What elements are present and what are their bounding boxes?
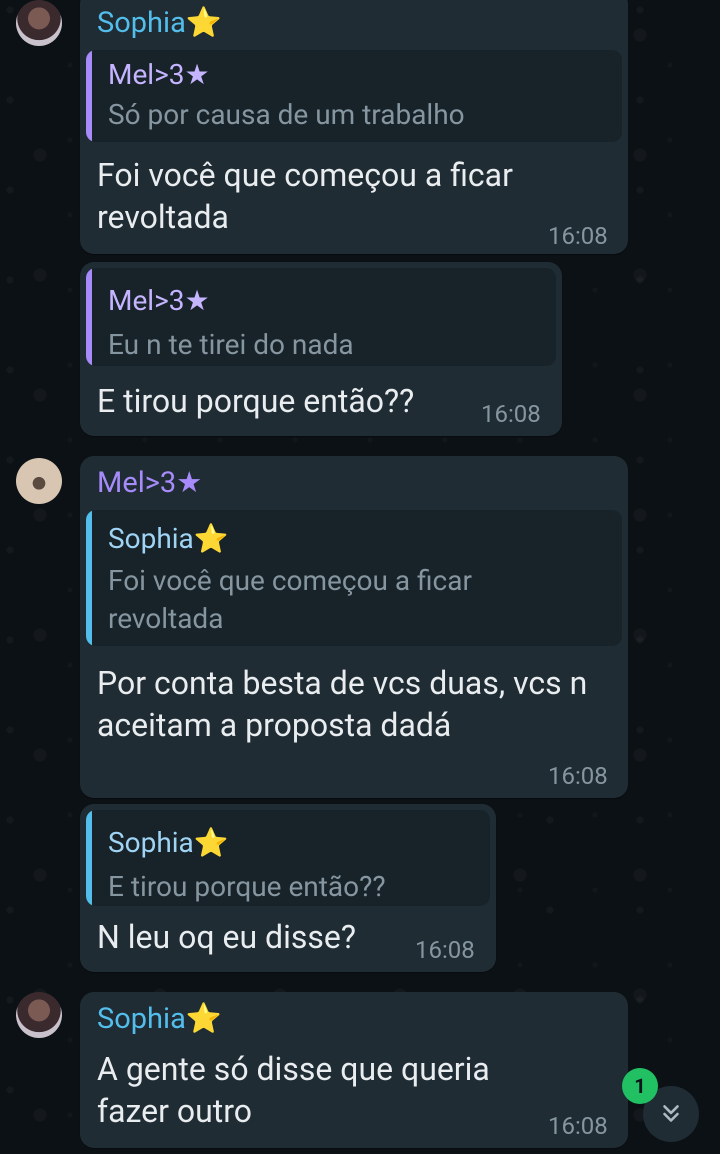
message-text: Por conta besta de vcs duas, vcs n aceit… — [97, 664, 588, 744]
quoted-message[interactable]: Mel>3★ Só por causa de um trabalho — [86, 50, 622, 142]
quote-author: Mel>3★ — [108, 284, 210, 317]
message-text: N leu oq eu disse? — [97, 918, 356, 956]
message-time: 16:08 — [548, 762, 608, 790]
unread-count-badge: 1 — [622, 1068, 658, 1104]
quote-author: Sophia⭐ — [108, 522, 229, 555]
message-time: 16:08 — [548, 1112, 608, 1140]
message-time: 16:08 — [415, 936, 475, 964]
message-bubble[interactable]: Sophia⭐ E tirou porque então?? N leu oq … — [80, 804, 496, 972]
avatar-sophia[interactable] — [16, 0, 62, 46]
quote-bar — [86, 268, 92, 366]
double-chevron-down-icon — [663, 1105, 679, 1122]
quoted-message[interactable]: Mel>3★ Eu n te tirei do nada — [86, 268, 556, 366]
star-emoji: ⭐ — [185, 6, 222, 40]
message-bubble[interactable]: Sophia⭐ A gente só disse que queria faze… — [80, 992, 628, 1148]
quote-text: Só por causa de um trabalho — [108, 98, 465, 131]
quote-text: Foi você que começou a ficar revoltada — [108, 564, 472, 635]
message-bubble[interactable]: Sophia⭐ Mel>3★ Só por causa de um trabal… — [80, 0, 628, 254]
quote-text: E tirou porque então?? — [108, 870, 386, 903]
message-time: 16:08 — [481, 400, 541, 428]
quote-bar — [86, 510, 92, 646]
star-emoji: ⭐ — [185, 1002, 222, 1036]
message-text: A gente só disse que queria fazer outro — [97, 1050, 490, 1130]
message-text: Foi você que começou a ficar revoltada — [97, 156, 513, 236]
avatar-sophia[interactable] — [16, 992, 62, 1038]
sender-name[interactable]: Sophia⭐ — [97, 6, 222, 40]
quoted-message[interactable]: Sophia⭐ E tirou porque então?? — [86, 810, 490, 906]
quote-bar — [86, 50, 92, 142]
quote-bar — [86, 810, 92, 906]
quote-author: Mel>3★ — [108, 58, 210, 91]
avatar-mel[interactable] — [16, 458, 62, 504]
quote-author: Sophia⭐ — [108, 826, 229, 859]
quoted-message[interactable]: Sophia⭐ Foi você que começou a ficar rev… — [86, 510, 622, 646]
quote-text: Eu n te tirei do nada — [108, 328, 354, 361]
sender-name[interactable]: Sophia⭐ — [97, 1002, 222, 1036]
sender-name[interactable]: Mel>3★ — [97, 466, 202, 500]
message-bubble[interactable]: Mel>3★ Sophia⭐ Foi você que começou a fi… — [80, 456, 628, 798]
message-bubble[interactable]: Mel>3★ Eu n te tirei do nada E tirou por… — [80, 262, 562, 436]
message-text: E tirou porque então?? — [97, 382, 415, 420]
message-time: 16:08 — [548, 222, 608, 250]
